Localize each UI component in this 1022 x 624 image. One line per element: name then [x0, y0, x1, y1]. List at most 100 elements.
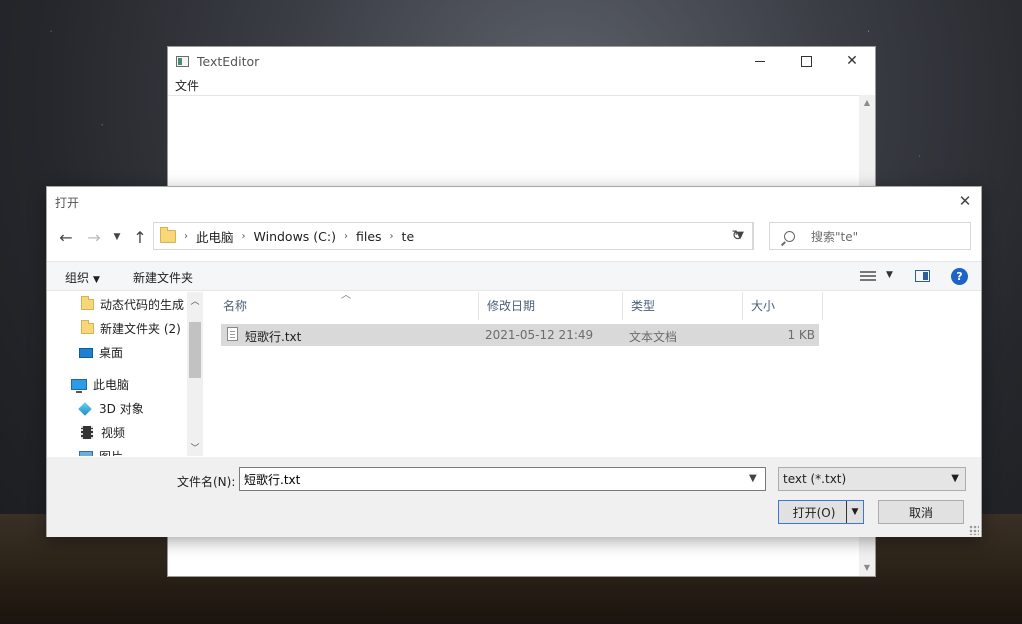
close-button[interactable]: ✕: [829, 47, 875, 75]
computer-icon: [71, 379, 87, 393]
app-icon: [176, 55, 189, 67]
up-button[interactable]: ↑: [131, 227, 149, 247]
file-name: 短歌行.txt: [245, 330, 302, 344]
view-dropdown-icon[interactable]: ▼: [886, 270, 893, 280]
tree-item-videos[interactable]: 视频: [81, 424, 125, 441]
arrow-left-icon: ←: [59, 227, 73, 247]
tree-item-label: 动态代码的生成: [100, 298, 185, 312]
tree-item-label: 新建文件夹 (2): [100, 322, 181, 336]
chevron-down-icon: ▼: [951, 473, 959, 484]
resize-grip[interactable]: [969, 525, 979, 535]
tree-item-label: 图片: [99, 448, 123, 456]
desktop-icon: [79, 347, 93, 358]
text-file-icon: [227, 327, 238, 341]
tree-item-label: 此电脑: [93, 378, 130, 392]
arrow-right-icon: →: [87, 227, 101, 247]
minimize-button[interactable]: [737, 47, 783, 75]
navigation-scrollbar[interactable]: ︿ ﹀: [187, 292, 203, 456]
file-list: ︿ 名称 修改日期 类型 大小 短歌行.txt 2021-05-12 21:49…: [203, 290, 981, 456]
tree-item-label: 桌面: [99, 346, 124, 360]
new-folder-button[interactable]: 新建文件夹: [133, 269, 193, 286]
open-dialog: 打开 ✕ ← → ▼ ↑ › 此电脑 › Windows (C:) › file…: [46, 186, 982, 537]
refresh-icon: ↻: [731, 228, 744, 244]
minimize-icon: [755, 60, 765, 62]
chevron-right-icon[interactable]: ›: [184, 231, 188, 242]
tree-item-desktop[interactable]: 桌面: [79, 344, 123, 361]
view-options-icon[interactable]: [860, 271, 876, 282]
folder-icon: [81, 320, 94, 334]
refresh-button[interactable]: ↻: [722, 222, 754, 250]
menubar: 文件: [168, 75, 875, 96]
breadcrumb-this-pc[interactable]: 此电脑: [196, 227, 234, 246]
dialog-footer: 文件名(N): ▼ text (*.txt) ▼ 打开(O) ▼ 取消: [47, 457, 981, 537]
chevron-down-icon: ▼: [113, 232, 121, 242]
search-box[interactable]: 搜索"te": [769, 222, 971, 250]
chevron-down-icon: ▼: [93, 275, 100, 285]
breadcrumb-drive-c[interactable]: Windows (C:): [254, 229, 336, 244]
organize-label: 组织: [65, 271, 90, 285]
tree-item-folder-1[interactable]: 动态代码的生成: [81, 296, 184, 313]
tree-item-3d-objects[interactable]: 3D 对象: [78, 400, 144, 417]
chevron-right-icon[interactable]: ›: [390, 231, 394, 242]
folder-icon: [81, 296, 94, 310]
tree-item-label: 3D 对象: [99, 402, 144, 416]
tree-item-folder-2[interactable]: 新建文件夹 (2): [81, 320, 181, 337]
navigation-bar: ← → ▼ ↑ › 此电脑 › Windows (C:) › files › t…: [47, 221, 981, 253]
back-button[interactable]: ←: [57, 227, 75, 247]
help-icon[interactable]: ?: [951, 268, 968, 285]
cancel-button[interactable]: 取消: [878, 500, 964, 524]
scroll-up-icon[interactable]: ︿: [187, 294, 203, 307]
dialog-title: 打开: [55, 196, 80, 210]
file-type-value: text (*.txt): [783, 472, 847, 486]
address-bar[interactable]: › 此电脑 › Windows (C:) › files › te ▼: [153, 222, 753, 250]
arrow-up-icon: ↑: [133, 227, 147, 247]
organize-button[interactable]: 组织 ▼: [65, 269, 100, 286]
tree-item-this-pc[interactable]: 此电脑: [71, 376, 129, 393]
search-icon: [784, 230, 795, 242]
tree-item-pictures[interactable]: 图片: [79, 448, 123, 456]
scrollbar-thumb[interactable]: [189, 322, 201, 378]
maximize-button[interactable]: [783, 47, 829, 75]
breadcrumb-te[interactable]: te: [402, 229, 415, 244]
file-modified: 2021-05-12 21:49: [485, 328, 594, 342]
navigation-pane: 动态代码的生成 新建文件夹 (2) 桌面 此电脑 3D 对象 视频 图片: [47, 292, 203, 456]
open-button-label: 打开(O): [792, 505, 836, 520]
file-size: 1 KB: [787, 328, 815, 342]
menu-file[interactable]: 文件: [174, 77, 200, 94]
editor-title: TextEditor: [197, 53, 260, 69]
preview-pane-icon[interactable]: [915, 270, 930, 282]
file-type: 文本文档: [629, 330, 678, 344]
file-row[interactable]: 短歌行.txt 2021-05-12 21:49 文本文档 1 KB: [221, 324, 819, 346]
command-bar: 组织 ▼ 新建文件夹 ▼ ?: [47, 261, 981, 291]
close-icon: ✕: [846, 53, 858, 69]
pictures-icon: [79, 451, 93, 456]
scroll-up-icon[interactable]: ▲: [859, 95, 875, 111]
editor-titlebar[interactable]: TextEditor ✕: [168, 47, 875, 75]
filename-dropdown-icon[interactable]: ▼: [749, 473, 757, 484]
recent-locations-button[interactable]: ▼: [111, 227, 123, 247]
forward-button[interactable]: →: [85, 227, 103, 247]
3d-objects-icon: [78, 401, 92, 416]
scroll-down-icon[interactable]: ﹀: [187, 441, 203, 454]
dialog-close-button[interactable]: ✕: [949, 187, 981, 215]
close-icon: ✕: [958, 192, 972, 210]
column-header-size[interactable]: 大小: [743, 292, 823, 320]
open-split-dropdown-icon[interactable]: ▼: [846, 501, 863, 523]
column-header-modified[interactable]: 修改日期: [479, 292, 623, 320]
file-type-select[interactable]: text (*.txt) ▼: [778, 467, 966, 491]
filename-input[interactable]: [239, 467, 766, 491]
column-header-name[interactable]: 名称: [215, 292, 479, 320]
maximize-icon: [800, 55, 812, 67]
filename-label: 文件名(N):: [177, 475, 236, 489]
chevron-right-icon[interactable]: ›: [344, 231, 348, 242]
breadcrumb-files[interactable]: files: [356, 229, 382, 244]
video-icon: [81, 426, 93, 439]
chevron-right-icon[interactable]: ›: [242, 231, 246, 242]
folder-icon: [160, 226, 176, 243]
column-header-type[interactable]: 类型: [623, 292, 743, 320]
open-button[interactable]: 打开(O) ▼: [778, 500, 864, 524]
tree-item-label: 视频: [101, 426, 126, 440]
search-input[interactable]: 搜索"te": [811, 228, 858, 245]
scroll-down-icon[interactable]: ▼: [859, 560, 875, 576]
dialog-titlebar[interactable]: 打开 ✕: [47, 187, 981, 215]
